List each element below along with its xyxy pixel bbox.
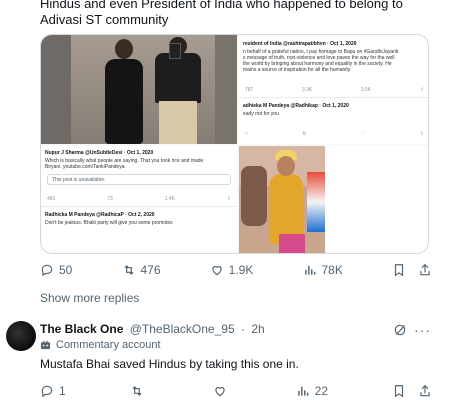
reply-retweet-button[interactable] (130, 384, 149, 398)
shot-c-line3: Biryani. youtube.com/TankiPandeya (45, 164, 125, 170)
more-options-icon[interactable]: ··· (414, 322, 431, 338)
reply-icon (41, 264, 53, 277)
retweet-icon (132, 386, 142, 396)
views-button[interactable]: 78K (303, 263, 343, 277)
reply-button[interactable]: 50 (40, 263, 72, 277)
reply-reply-count: 1 (59, 384, 66, 398)
share-icon[interactable] (418, 263, 432, 277)
elevator-wall-right (215, 35, 237, 144)
tweet-action-bar: 50 476 1.9K 78K (40, 260, 432, 280)
shot-c-reply-text: Don't be jealous. Bhaki party will give … (45, 220, 173, 226)
media-grid[interactable]: resident of India @rashtrapatibhvn · Oct… (40, 34, 429, 254)
heart-icon (212, 266, 222, 276)
reply-views-button[interactable]: 22 (296, 384, 328, 398)
reply-timestamp[interactable]: 2h (251, 322, 264, 336)
share-icon[interactable] (418, 384, 432, 398)
bookmark-icon[interactable] (392, 263, 406, 277)
reply-like-button[interactable] (213, 384, 232, 398)
shot-c-actions: 481 73 1.4K ⇪ (47, 196, 231, 202)
elevator-wall (41, 35, 71, 144)
reply-bookmark-share-group (392, 384, 432, 398)
reply-reply-button[interactable]: 1 (40, 384, 66, 398)
shot-b-header: resident of India @rashtrapatibhvn · Oct… (243, 41, 357, 47)
shot-b-reply-text: eady not for you (243, 111, 279, 117)
badge-label: Commentary account (56, 339, 161, 351)
shot-c-quoted: This post is unavailable. (47, 174, 231, 185)
child-photo (239, 146, 325, 253)
grok-icon[interactable] (393, 323, 407, 337)
media-screenshot-president[interactable]: resident of India @rashtrapatibhvn · Oct… (239, 35, 428, 144)
tweet-text: Hindus and even President of India who h… (40, 0, 403, 27)
avatar[interactable] (6, 321, 36, 351)
reply-author-handle[interactable]: @TheBlackOne_95 (130, 322, 235, 336)
media-screenshot-nupur[interactable]: Nupur J Sharma @UnSubtleDesi · Oct 1, 20… (41, 146, 237, 253)
retweet-icon (124, 265, 133, 275)
retweet-count: 476 (140, 263, 161, 277)
media-photo-couple[interactable] (41, 35, 237, 144)
reply-count: 50 (59, 263, 73, 277)
shot-b-reply-actions: ○ ⇅ ♡ ⇪ (245, 131, 424, 137)
like-count: 1.9K (228, 263, 254, 277)
shot-c-header: Nupur J Sharma @UnSubtleDesi · Oct 1, 20… (45, 150, 154, 156)
heart-icon (214, 387, 225, 397)
phone-icon (169, 43, 181, 59)
retweet-button[interactable]: 476 (122, 263, 161, 277)
reply-text: Mustafa Bhai saved Hindus by taking this… (40, 357, 299, 371)
woman-figure (99, 39, 149, 144)
views-count: 78K (321, 263, 343, 277)
reply-action-bar: 1 22 (40, 382, 432, 400)
bookmark-icon[interactable] (392, 384, 406, 398)
reply-views-count: 22 (314, 384, 328, 398)
reply-icon (41, 385, 53, 398)
media-photo-child[interactable] (239, 146, 428, 253)
shot-b-line5: mains a source of inspiration for all th… (243, 67, 352, 73)
commentary-badge: Commentary account (40, 339, 161, 351)
reply-author-name[interactable]: The Black One (40, 322, 123, 336)
reply-header: The Black One @TheBlackOne_95 · 2h (40, 322, 265, 336)
views-icon (304, 265, 315, 275)
shot-b-reply-name: adhieka M Pandeya @Radhikap · Oct 1, 202… (243, 103, 349, 109)
show-more-replies-link[interactable]: Show more replies (40, 291, 139, 305)
shot-c-reply-name: Radhicka M Pandeya @RadhicaP · Oct 2, 20… (45, 212, 155, 218)
separator-dot: · (240, 322, 245, 336)
shot-b-actions: 787 3.3K 3.5K ⇪ (245, 87, 424, 93)
views-icon (297, 386, 309, 396)
bookmark-share-group (392, 263, 432, 277)
commentary-badge-icon (40, 340, 51, 349)
like-button[interactable]: 1.9K (210, 263, 254, 277)
